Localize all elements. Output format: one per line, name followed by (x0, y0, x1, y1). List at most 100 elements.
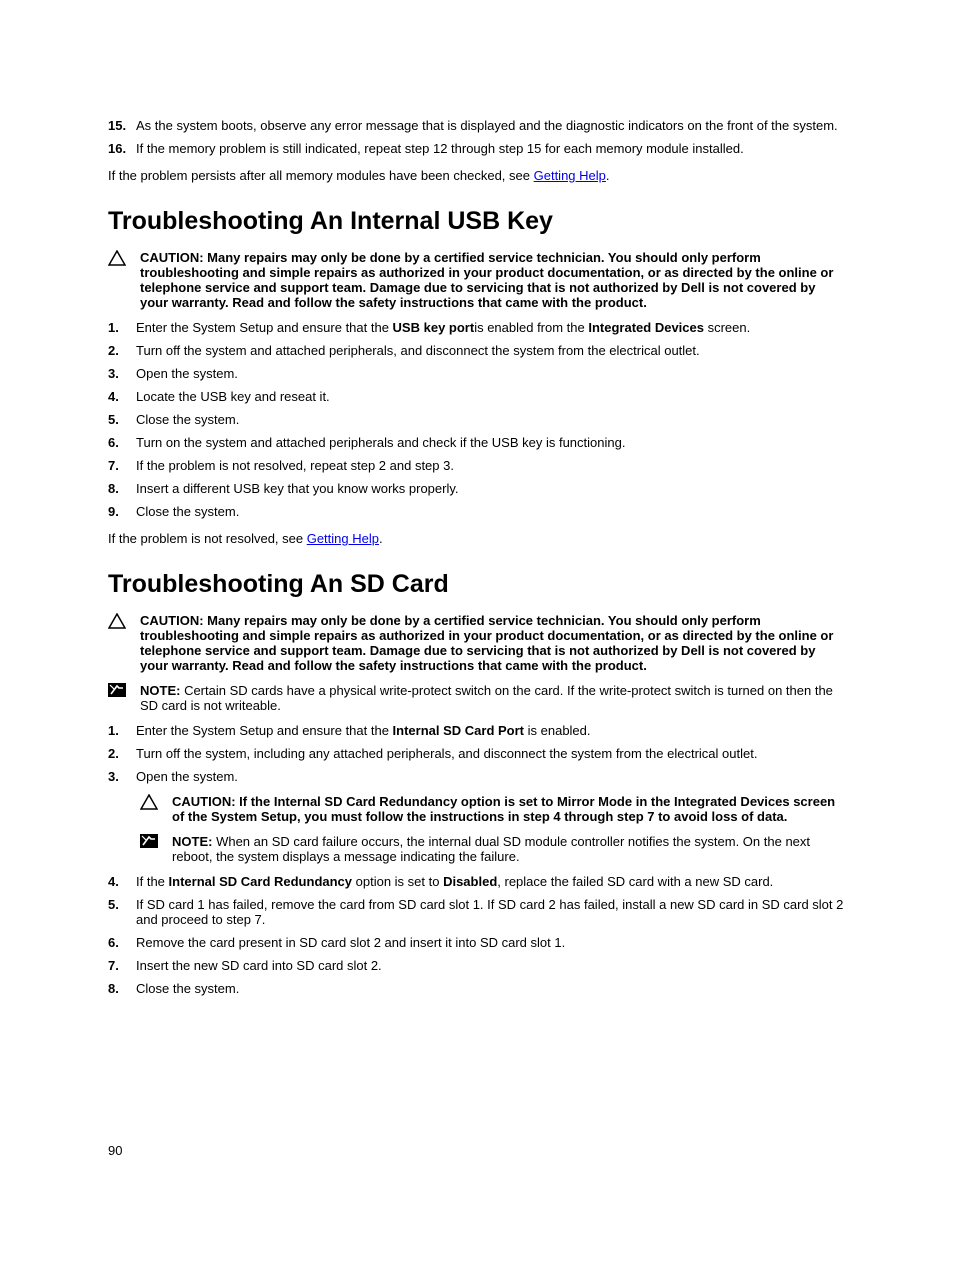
step-text: Locate the USB key and reseat it. (136, 389, 846, 404)
note-callout: NOTE: Certain SD cards have a physical w… (108, 683, 846, 713)
section-heading-sd: Troubleshooting An SD Card (108, 570, 846, 599)
note-label: NOTE: (172, 834, 216, 849)
list-step: 6.Turn on the system and attached periph… (108, 435, 846, 450)
note-text: NOTE: When an SD card failure occurs, th… (172, 834, 846, 864)
list-step: 3.Open the system. (108, 769, 846, 784)
document-page: 15.As the system boots, observe any erro… (0, 0, 954, 1268)
bold-text: Internal SD Card Redundancy (169, 874, 352, 889)
text: Insert the new SD card into SD card slot… (136, 958, 382, 973)
list-step: 5.Close the system. (108, 412, 846, 427)
step-number: 8. (108, 481, 136, 496)
caution-body: Many repairs may only be done by a certi… (140, 613, 833, 673)
list-step: 7.If the problem is not resolved, repeat… (108, 458, 846, 473)
section-heading-usb: Troubleshooting An Internal USB Key (108, 207, 846, 236)
list-step: 4.If the Internal SD Card Redundancy opt… (108, 874, 846, 889)
list-step: 9.Close the system. (108, 504, 846, 519)
text: If the problem is not resolved, see (108, 531, 307, 546)
caution-icon (108, 613, 140, 673)
paragraph: If the problem is not resolved, see Gett… (108, 531, 846, 546)
text: Close the system. (136, 504, 239, 519)
text: If SD card 1 has failed, remove the card… (136, 897, 843, 927)
list-step: 3.Open the system. (108, 366, 846, 381)
text: Close the system. (136, 412, 239, 427)
note-label: NOTE: (140, 683, 184, 698)
text: Enter the System Setup and ensure that t… (136, 320, 393, 335)
text: Open the system. (136, 366, 238, 381)
step-text: If SD card 1 has failed, remove the card… (136, 897, 846, 927)
getting-help-link[interactable]: Getting Help (307, 531, 379, 546)
text: is enabled. (524, 723, 591, 738)
caution-text: CAUTION: Many repairs may only be done b… (140, 250, 846, 310)
text: , replace the failed SD card with a new … (497, 874, 773, 889)
text: Close the system. (136, 981, 239, 996)
getting-help-link[interactable]: Getting Help (534, 168, 606, 183)
step-number: 6. (108, 435, 136, 450)
step-number: 5. (108, 897, 136, 927)
note-icon (140, 834, 172, 864)
step-text: If the memory problem is still indicated… (136, 141, 846, 156)
list-step: 4.Locate the USB key and reseat it. (108, 389, 846, 404)
step-number: 16. (108, 141, 136, 156)
step-number: 6. (108, 935, 136, 950)
step-text: Open the system. (136, 366, 846, 381)
text: If the problem is not resolved, repeat s… (136, 458, 454, 473)
text: If the problem persists after all memory… (108, 168, 534, 183)
caution-text: CAUTION: If the Internal SD Card Redunda… (172, 794, 846, 824)
step-number: 4. (108, 389, 136, 404)
caution-icon (108, 250, 140, 310)
list-step: 8.Close the system. (108, 981, 846, 996)
sd-steps-first: 1.Enter the System Setup and ensure that… (108, 723, 846, 784)
list-step: 15.As the system boots, observe any erro… (108, 118, 846, 133)
list-step: 6.Remove the card present in SD card slo… (108, 935, 846, 950)
caution-label: CAUTION: (140, 613, 207, 628)
list-step: 5.If SD card 1 has failed, remove the ca… (108, 897, 846, 927)
list-step: 2.Turn off the system, including any att… (108, 746, 846, 761)
text: is enabled from the (474, 320, 588, 335)
note-body: When an SD card failure occurs, the inte… (172, 834, 810, 864)
text: Enter the System Setup and ensure that t… (136, 723, 393, 738)
step-number: 2. (108, 343, 136, 358)
caution-callout: CAUTION: Many repairs may only be done b… (108, 250, 846, 310)
step-number: 7. (108, 458, 136, 473)
note-text: NOTE: Certain SD cards have a physical w… (140, 683, 846, 713)
list-step: 16.If the memory problem is still indica… (108, 141, 846, 156)
caution-icon (140, 794, 172, 824)
list-step: 1.Enter the System Setup and ensure that… (108, 320, 846, 335)
step-text: Turn on the system and attached peripher… (136, 435, 846, 450)
text: Turn off the system and attached periphe… (136, 343, 700, 358)
step-number: 15. (108, 118, 136, 133)
step-text: Close the system. (136, 412, 846, 427)
caution-text: CAUTION: Many repairs may only be done b… (140, 613, 846, 673)
note-callout: NOTE: When an SD card failure occurs, th… (140, 834, 846, 864)
note-icon (108, 683, 140, 713)
text: Open the system. (136, 769, 238, 784)
text: option is set to (352, 874, 443, 889)
text: If the (136, 874, 169, 889)
step-text: Remove the card present in SD card slot … (136, 935, 846, 950)
text: Remove the card present in SD card slot … (136, 935, 565, 950)
bold-text: Integrated Devices (588, 320, 704, 335)
bold-text: Internal SD Card Port (393, 723, 524, 738)
step-text: If the problem is not resolved, repeat s… (136, 458, 846, 473)
step-text: Close the system. (136, 981, 846, 996)
step-text: If the Internal SD Card Redundancy optio… (136, 874, 846, 889)
page-number: 90 (108, 1143, 122, 1158)
step-number: 2. (108, 746, 136, 761)
caution-body: If the Internal SD Card Redundancy optio… (172, 794, 835, 824)
step-number: 4. (108, 874, 136, 889)
step-number: 8. (108, 981, 136, 996)
text: Turn on the system and attached peripher… (136, 435, 625, 450)
step-number: 9. (108, 504, 136, 519)
step-text: As the system boots, observe any error m… (136, 118, 846, 133)
step-number: 1. (108, 320, 136, 335)
sd-steps-rest: 4.If the Internal SD Card Redundancy opt… (108, 874, 846, 996)
step-text: Close the system. (136, 504, 846, 519)
list-step: 7.Insert the new SD card into SD card sl… (108, 958, 846, 973)
step-number: 3. (108, 366, 136, 381)
step-number: 5. (108, 412, 136, 427)
text: . (379, 531, 383, 546)
step-number: 1. (108, 723, 136, 738)
note-body: Certain SD cards have a physical write-p… (140, 683, 833, 713)
step-text: Insert a different USB key that you know… (136, 481, 846, 496)
text: Locate the USB key and reseat it. (136, 389, 330, 404)
